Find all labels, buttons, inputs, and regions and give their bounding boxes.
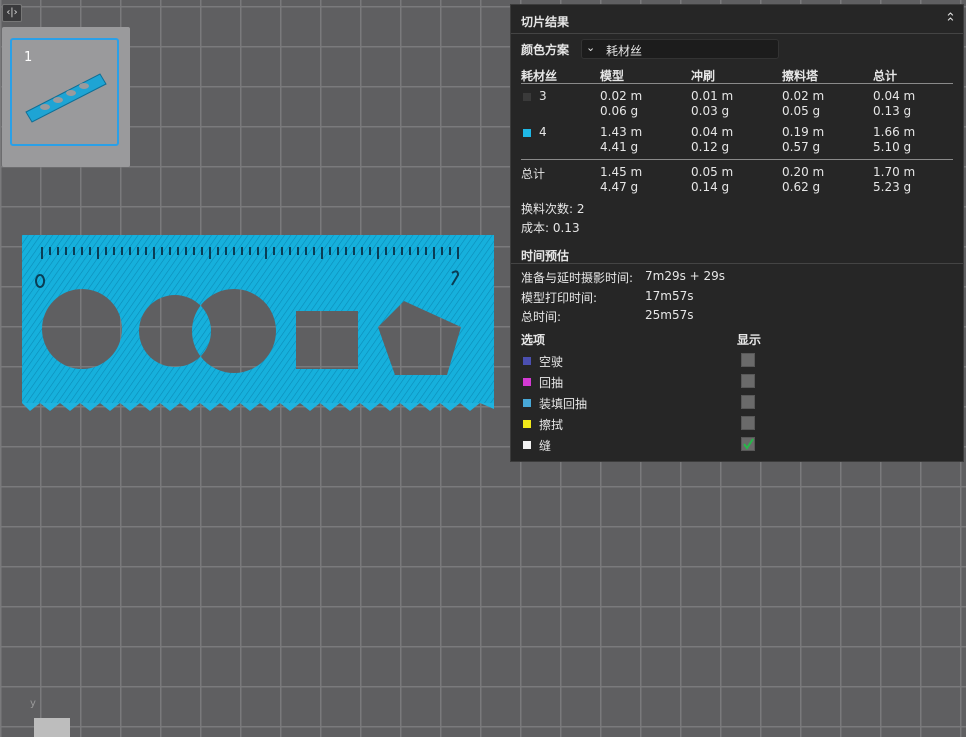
cell-model-m: 0.02 m xyxy=(600,89,643,103)
cell-total-g: 5.10 g xyxy=(873,140,912,154)
cell-flush-g: 0.03 g xyxy=(691,104,730,118)
filament-4-color-swatch xyxy=(523,129,531,137)
time-estimate-title: 时间预估 xyxy=(521,249,570,263)
display-header: 显示 xyxy=(737,333,762,347)
option-label-unretract: 装填回抽 xyxy=(539,397,588,411)
cell-tower-g: 0.57 g xyxy=(782,140,821,154)
checkmark-icon xyxy=(743,438,754,450)
summary-model-m: 1.45 m xyxy=(600,165,643,179)
option-label-wipe: 擦拭 xyxy=(539,418,564,432)
travel-color-swatch xyxy=(523,357,531,365)
retract-color-swatch xyxy=(523,378,531,386)
double-chevron-up-icon-lower: ⌃ xyxy=(945,16,956,31)
option-label-travel: 空驶 xyxy=(539,355,564,369)
axis-label-y: y xyxy=(30,698,36,709)
option-checkbox-wipe[interactable] xyxy=(741,416,755,430)
col-header-flush: 冲刷 xyxy=(691,69,716,83)
cell-tower-g: 0.05 g xyxy=(782,104,821,118)
cell-tower-m: 0.02 m xyxy=(782,89,825,103)
collapse-expand-icon[interactable]: ‹|› xyxy=(2,4,22,22)
option-checkbox-retract[interactable] xyxy=(741,374,755,388)
col-header-model: 模型 xyxy=(600,69,625,83)
summary-total-g: 5.23 g xyxy=(873,180,912,194)
cell-model-g: 4.41 g xyxy=(600,140,639,154)
summary-tower-m: 0.20 m xyxy=(782,165,825,179)
unretract-color-swatch xyxy=(523,399,531,407)
slice-result-panel: 切片结果 ⌃ ⌃ 颜色方案 ⌄ 耗材丝 耗材丝 模型 冲刷 擦料塔 总计 3 0… xyxy=(510,4,964,462)
seam-color-swatch xyxy=(523,441,531,449)
summary-total-m: 1.70 m xyxy=(873,165,916,179)
prep-time-label: 准备与延时摄影时间: xyxy=(521,271,634,285)
print-time-value: 17m57s xyxy=(645,289,694,303)
col-header-tower: 擦料塔 xyxy=(782,69,819,83)
summary-flush-m: 0.05 m xyxy=(691,165,734,179)
panel-title: 切片结果 xyxy=(521,15,570,29)
total-time-label: 总时间: xyxy=(521,310,562,324)
option-label-retract: 回抽 xyxy=(539,376,564,390)
cell-flush-g: 0.12 g xyxy=(691,140,730,154)
cell-total-g: 0.13 g xyxy=(873,104,912,118)
wipe-color-swatch xyxy=(523,420,531,428)
cell-total-m: 0.04 m xyxy=(873,89,916,103)
option-checkbox-travel[interactable] xyxy=(741,353,755,367)
filament-3-color-swatch xyxy=(523,93,531,101)
color-scheme-label: 颜色方案 xyxy=(521,43,570,57)
summary-flush-g: 0.14 g xyxy=(691,180,730,194)
filament-swap-count: 换料次数: 2 xyxy=(521,202,585,216)
sliced-model-preview xyxy=(22,235,494,411)
summary-model-g: 4.47 g xyxy=(600,180,639,194)
option-label-seam: 缝 xyxy=(539,439,552,453)
chevron-down-icon: ⌄ xyxy=(586,41,596,54)
options-header: 选项 xyxy=(521,333,546,347)
cell-model-m: 1.43 m xyxy=(600,125,643,139)
cell-model-g: 0.06 g xyxy=(600,104,639,118)
plate-number: 1 xyxy=(24,50,33,65)
cell-flush-m: 0.01 m xyxy=(691,89,734,103)
option-checkbox-seam[interactable] xyxy=(741,437,755,451)
cell-flush-m: 0.04 m xyxy=(691,125,734,139)
col-header-filament: 耗材丝 xyxy=(521,69,558,83)
axis-indicator xyxy=(34,718,70,737)
option-checkbox-unretract[interactable] xyxy=(741,395,755,409)
col-header-total: 总计 xyxy=(873,69,898,83)
summary-tower-g: 0.62 g xyxy=(782,180,821,194)
filament-id: 3 xyxy=(539,89,547,103)
total-time-value: 25m57s xyxy=(645,308,694,322)
cell-tower-m: 0.19 m xyxy=(782,125,825,139)
summary-label: 总计 xyxy=(521,167,546,181)
print-time-label: 模型打印时间: xyxy=(521,291,598,305)
color-scheme-value: 耗材丝 xyxy=(606,44,643,58)
cost-value: 成本: 0.13 xyxy=(521,221,580,235)
cell-total-m: 1.66 m xyxy=(873,125,916,139)
prep-time-value: 7m29s + 29s xyxy=(645,269,726,283)
color-scheme-select[interactable]: ⌄ 耗材丝 xyxy=(581,39,779,59)
filament-id: 4 xyxy=(539,125,547,139)
